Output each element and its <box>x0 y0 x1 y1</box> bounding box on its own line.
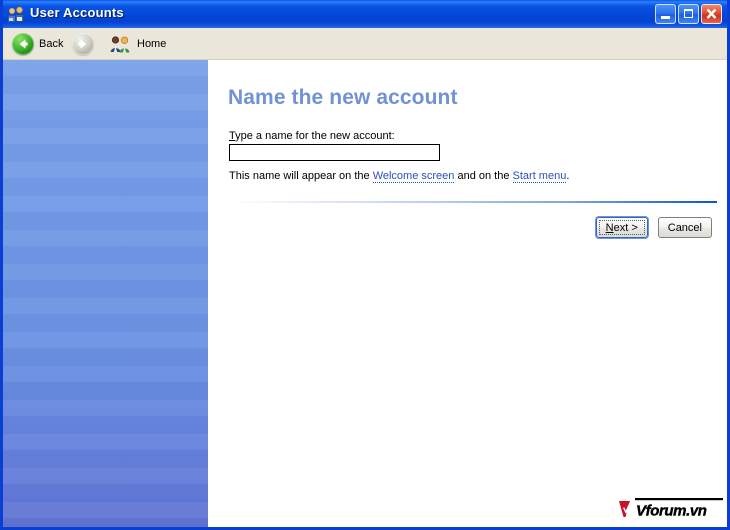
home-label: Home <box>137 38 167 50</box>
maximize-button[interactable] <box>678 4 699 24</box>
forward-arrow-icon <box>72 33 94 55</box>
content-area: Name the new account Type a name for the… <box>208 60 727 527</box>
next-button[interactable]: Next > <box>595 217 648 238</box>
svg-text:Vforum.vn: Vforum.vn <box>636 503 707 520</box>
forward-button <box>68 28 98 60</box>
description-suffix: . <box>566 170 570 182</box>
home-button[interactable]: Home <box>106 28 170 60</box>
start-menu-link[interactable]: Start menu <box>512 170 567 183</box>
minimize-button[interactable] <box>655 4 676 24</box>
vforum-watermark: Vforum.vn <box>619 497 723 523</box>
cancel-button[interactable]: Cancel <box>657 217 712 238</box>
description-prefix: This name will appear on the <box>229 170 373 182</box>
welcome-screen-link[interactable]: Welcome screen <box>372 170 455 183</box>
description-middle: and on the <box>454 170 513 182</box>
next-button-accel: N <box>605 221 614 234</box>
title-bar[interactable]: User Accounts <box>3 0 727 28</box>
close-button[interactable] <box>701 4 722 24</box>
next-button-rest: ext > <box>613 221 638 234</box>
back-arrow-icon <box>12 33 34 55</box>
name-field-label: Type a name for the new account: <box>229 130 395 142</box>
account-name-input[interactable] <box>229 144 440 161</box>
user-accounts-window: User Accounts Back Home Name the new acc… <box>0 0 730 530</box>
home-users-icon <box>110 35 132 53</box>
back-label: Back <box>39 38 64 50</box>
page-title: Name the new account <box>228 86 458 109</box>
window-controls <box>655 4 722 24</box>
minimize-icon <box>661 16 670 19</box>
window-title: User Accounts <box>30 5 124 20</box>
navigation-toolbar: Back Home <box>3 28 727 60</box>
back-button[interactable]: Back <box>8 28 67 60</box>
user-accounts-icon <box>8 6 25 22</box>
sidebar-panel <box>3 60 208 527</box>
description-text: This name will appear on the Welcome scr… <box>229 170 570 183</box>
name-field-label-rest: ype a name for the new account: <box>235 130 395 142</box>
close-icon <box>702 5 721 23</box>
dialog-button-row: Next > Cancel <box>595 217 712 238</box>
cancel-button-label: Cancel <box>667 221 702 234</box>
section-divider <box>230 201 717 203</box>
maximize-icon <box>684 9 693 18</box>
